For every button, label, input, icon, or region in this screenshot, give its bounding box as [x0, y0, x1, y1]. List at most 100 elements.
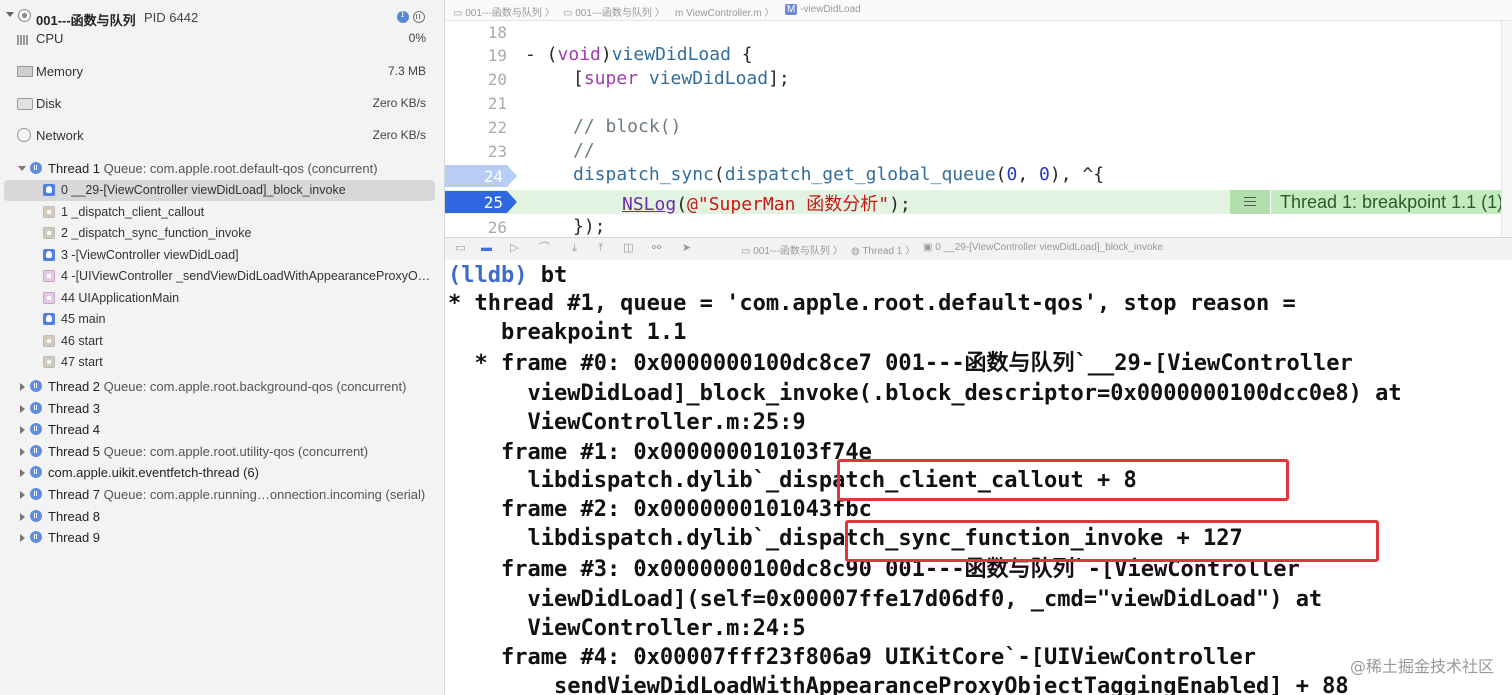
- process-header[interactable]: 001---函数与队列 PID 6442: [0, 6, 444, 28]
- stack-frame-row[interactable]: 44 UIApplicationMain: [0, 288, 444, 309]
- pause-icon[interactable]: [413, 11, 425, 23]
- code-line: 23 //: [445, 140, 1512, 164]
- thread-label: Thread 8: [48, 509, 100, 524]
- stack-frame-label: 44 UIApplicationMain: [61, 290, 180, 305]
- breakpoints-toggle-icon[interactable]: ▬: [481, 243, 492, 254]
- stack-frame-row[interactable]: 4 -[UIViewController _sendViewDidLoadWit…: [0, 266, 444, 287]
- token: ,: [1017, 164, 1040, 185]
- console-line: * thread #1, queue = 'com.apple.root.def…: [448, 291, 1296, 316]
- thread-row[interactable]: Thread 3: [0, 398, 444, 419]
- disclosure-right-icon[interactable]: [20, 469, 25, 478]
- token: ];: [768, 68, 790, 89]
- lldb-console[interactable]: (lldb) bt * thread #1, queue = 'com.appl…: [445, 260, 1512, 695]
- info-icon[interactable]: [397, 9, 409, 23]
- stack-frame-label: 45 main: [61, 312, 106, 326]
- user-frame-icon: [43, 248, 55, 261]
- method-type-icon: M: [785, 4, 798, 15]
- process-pid: PID 6442: [144, 10, 199, 25]
- breakpoint-marker[interactable]: 25: [445, 191, 517, 213]
- disclosure-right-icon[interactable]: [20, 512, 25, 521]
- console-command-line: (lldb) bt: [448, 262, 567, 290]
- gauge-disk[interactable]: Disk Zero KB/s: [0, 96, 444, 126]
- thread-name: Thread 3: [48, 400, 101, 416]
- token-number: 0: [1006, 164, 1018, 185]
- thread-row[interactable]: Thread 8: [0, 506, 444, 527]
- code-line-current: 25 NSLog(@"SuperMan 函数分析"); Thread 1: br…: [445, 190, 1512, 215]
- token-function: viewDidLoad: [611, 44, 731, 65]
- stack-frame-row[interactable]: 1 _dispatch_client_callout: [0, 202, 444, 223]
- jumpbar-project[interactable]: ▭ 001---函数与队列 〉: [453, 4, 555, 19]
- disclosure-right-icon[interactable]: [20, 426, 25, 435]
- simulate-location-icon[interactable]: ➤: [681, 243, 692, 254]
- disclosure-down-icon[interactable]: [6, 12, 14, 17]
- jumpbar-file[interactable]: m ViewController.m 〉: [675, 4, 774, 19]
- debugbar-thread[interactable]: ◍ Thread 1 〉: [851, 242, 915, 257]
- thread-icon: [30, 162, 42, 174]
- token: ), ^{: [1049, 164, 1105, 185]
- disclosure-down-icon[interactable]: [18, 166, 26, 171]
- thread-name: Thread 2: [48, 379, 101, 394]
- continue-icon[interactable]: ▷: [509, 243, 520, 254]
- thread-name: Thread 8: [48, 508, 101, 524]
- editor-scrollbar[interactable]: [1501, 21, 1512, 236]
- thread-icon: [30, 444, 42, 457]
- jumpbar-file-label: ViewController.m: [686, 8, 762, 19]
- gauge-cpu[interactable]: CPU 0%: [0, 31, 444, 61]
- gauge-value: 7.3 MB: [387, 64, 426, 78]
- memory-graph-icon[interactable]: ⚯: [651, 243, 662, 254]
- stack-frame-label: 47 start: [61, 355, 103, 369]
- watermark: @稀土掘金技术社区: [1349, 657, 1494, 676]
- token-number: 0: [1039, 164, 1050, 185]
- view-hierarchy-icon[interactable]: ◫: [623, 243, 634, 254]
- thread-row[interactable]: Thread 7 Queue: com.apple.running…onnect…: [0, 484, 444, 505]
- gauge-network[interactable]: Network Zero KB/s: [0, 128, 444, 158]
- stack-frame-label: 2 _dispatch_sync_function_invoke: [61, 226, 252, 240]
- stack-frame-row[interactable]: 3 -[ViewController viewDidLoad]: [0, 245, 444, 266]
- thread-row[interactable]: com.apple.uikit.eventfetch-thread (6): [0, 462, 444, 483]
- gauge-memory[interactable]: Memory 7.3 MB: [0, 64, 444, 94]
- disclosure-right-icon[interactable]: [20, 491, 25, 499]
- jumpbar-folder[interactable]: ▭ 001---函数与队列 〉: [563, 4, 665, 19]
- stack-frame-row[interactable]: 2 _dispatch_sync_function_invoke: [0, 223, 444, 244]
- thread-row-1[interactable]: Thread 1 Queue: com.apple.root.default-q…: [0, 158, 444, 179]
- stack-frame-label: 0 __29-[ViewController viewDidLoad]_bloc…: [61, 183, 346, 197]
- hide-debug-area-icon[interactable]: ▭: [455, 243, 466, 254]
- stack-frame-row[interactable]: 47 start: [0, 352, 444, 373]
- gauge-value: 0%: [408, 31, 426, 45]
- thread-label: Thread 7 Queue: com.apple.running…onnect…: [48, 487, 425, 502]
- thread-label: Thread 4: [48, 422, 100, 437]
- uikit-frame-icon: [43, 270, 55, 282]
- gauge-label: Memory: [36, 64, 83, 79]
- token-function: viewDidLoad: [648, 68, 769, 89]
- code-text: dispatch_sync(dispatch_get_global_queue(…: [573, 164, 1104, 185]
- debugbar-frame[interactable]: ▣ 0 __29-[ViewController viewDidLoad]_bl…: [923, 242, 1163, 253]
- disclosure-right-icon[interactable]: [20, 404, 25, 413]
- stack-frame-row[interactable]: 0 __29-[ViewController viewDidLoad]_bloc…: [4, 180, 435, 201]
- source-editor[interactable]: 18 19 - (void)viewDidLoad { 20 [super vi…: [445, 21, 1512, 236]
- thread-row[interactable]: Thread 5 Queue: com.apple.root.utility-q…: [0, 441, 444, 462]
- stack-frame-row[interactable]: 45 main: [0, 309, 444, 330]
- thread-name: Thread 7: [48, 487, 101, 502]
- disclosure-right-icon[interactable]: [20, 383, 25, 391]
- disclosure-right-icon[interactable]: [20, 447, 25, 456]
- step-into-icon[interactable]: ⤓: [569, 243, 580, 254]
- token-function: NSLog: [622, 194, 677, 215]
- stack-frame-row[interactable]: 46 start: [0, 331, 444, 352]
- breakpoint-marker[interactable]: 24: [445, 165, 517, 187]
- jumpbar-method[interactable]: M -viewDidLoad: [785, 4, 861, 15]
- token: - (: [525, 44, 558, 65]
- breakpoint-annotation[interactable]: Thread 1: breakpoint 1.1 (1): [1230, 190, 1512, 214]
- code-comment: //: [573, 140, 595, 161]
- thread-row[interactable]: Thread 2 Queue: com.apple.root.backgroun…: [0, 376, 444, 397]
- system-frame-icon: [43, 334, 55, 347]
- step-out-icon[interactable]: ⤒: [595, 243, 606, 254]
- thread-row[interactable]: Thread 9: [0, 527, 444, 548]
- token: [: [573, 68, 584, 89]
- debugbar-project[interactable]: ▭ 001---函数与队列 〉: [741, 242, 843, 257]
- disclosure-right-icon[interactable]: [20, 534, 25, 543]
- code-line: 24 dispatch_sync(dispatch_get_global_que…: [445, 164, 1512, 188]
- step-over-icon[interactable]: ⌒: [539, 243, 550, 254]
- debugbar-thread-label: Thread 1: [862, 246, 903, 257]
- thread-row[interactable]: Thread 4: [0, 419, 444, 440]
- console-line: frame #2: 0x0000000101043fbc: [448, 497, 872, 522]
